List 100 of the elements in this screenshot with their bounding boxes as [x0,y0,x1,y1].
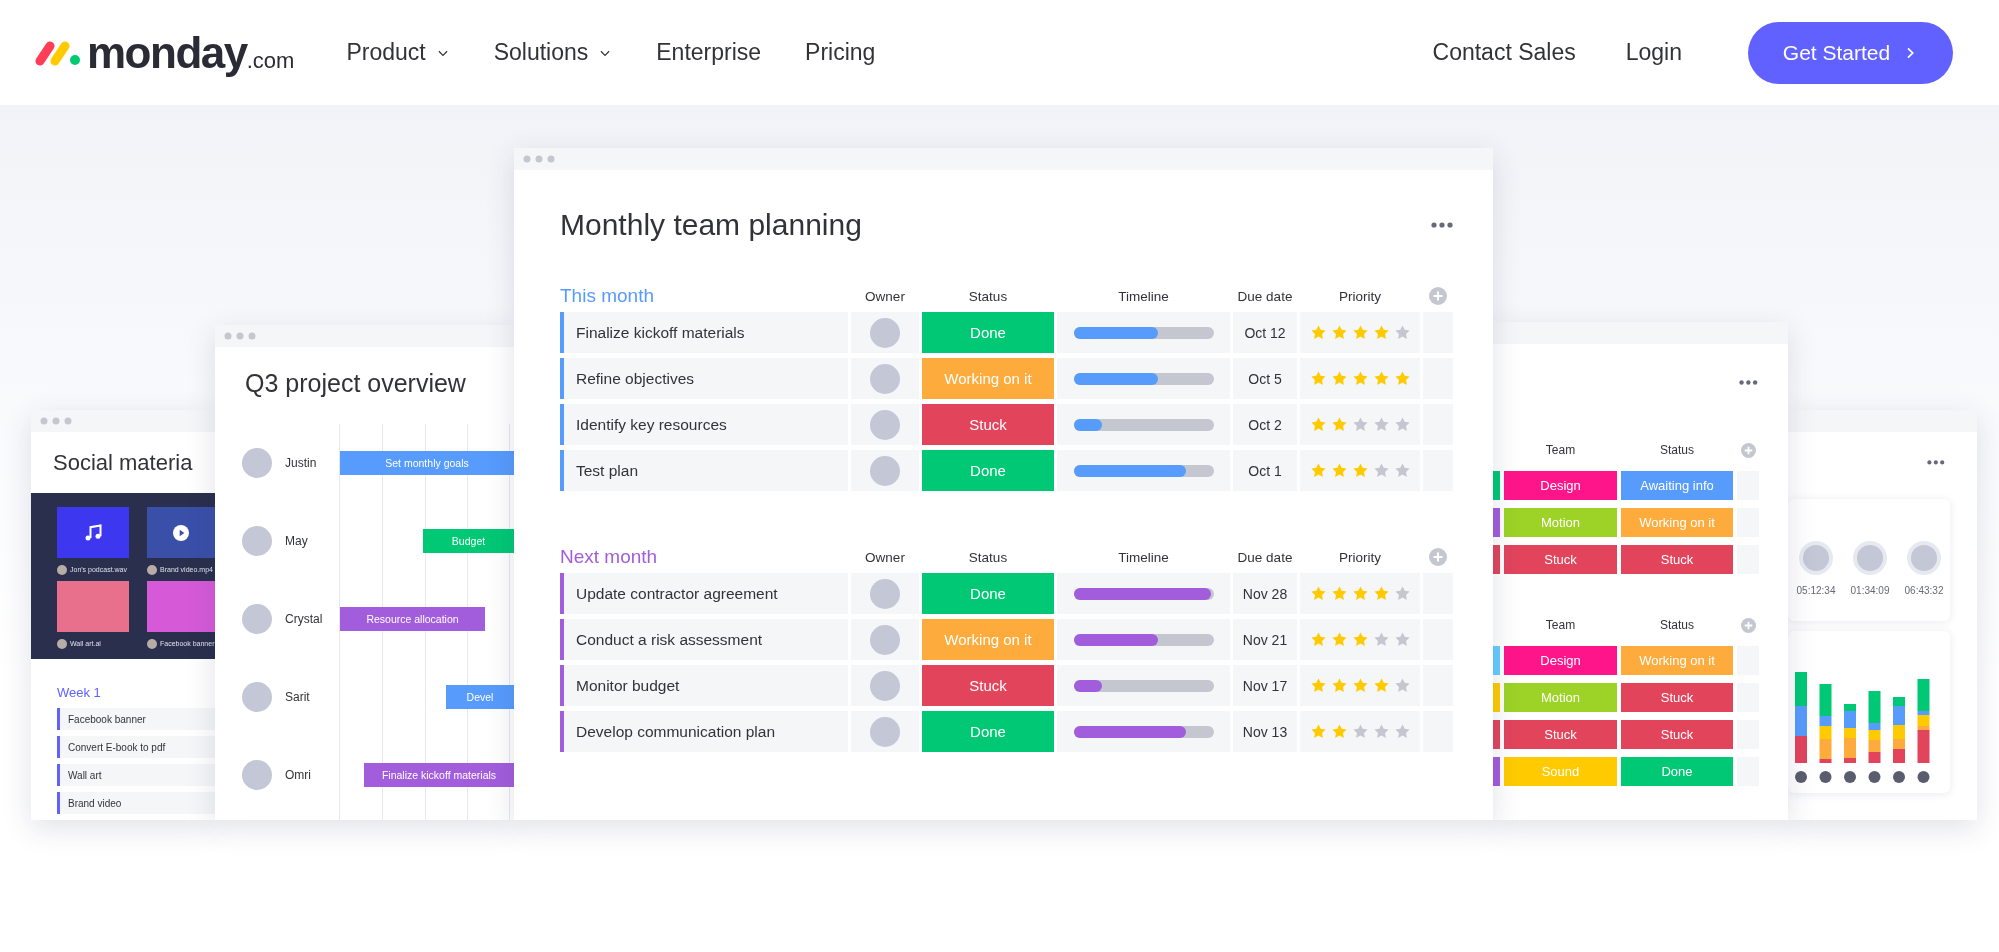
status-label[interactable]: Done [922,450,1054,491]
add-column-icon[interactable] [1429,287,1447,305]
nav-item[interactable]: Solutions [493,39,613,66]
play-icon[interactable] [173,524,189,541]
avatar [870,409,900,440]
star-icon [1309,324,1327,341]
item-name: Monitor budget [576,676,680,695]
gantt-bar[interactable]: Set monthly goals [340,451,514,475]
nav-link[interactable]: Login [1625,39,1682,66]
person-name: Sarit [285,690,310,704]
add-column-icon[interactable] [1429,548,1447,566]
star-icon [1351,370,1369,387]
gantt-bar[interactable]: Resource allocation [340,607,485,631]
item-cell[interactable]: Wall art [57,764,215,786]
group-title[interactable]: This month [560,285,848,307]
team-label[interactable]: Design [1504,471,1617,501]
star-icon [1309,370,1327,387]
item-cell[interactable]: Update contractor agreement [560,573,848,614]
priority-stars[interactable] [1300,450,1420,491]
status-label[interactable]: Stuck [922,665,1054,706]
priority-stars[interactable] [1300,711,1420,752]
star-icon [1309,462,1327,479]
priority-stars[interactable] [1300,665,1420,706]
photo-placeholder[interactable] [57,581,129,632]
star-icon [1393,370,1411,387]
group-title[interactable]: Week 1 [57,685,215,700]
star-icon [1372,585,1390,602]
item-name: Conduct a risk assessment [576,630,763,649]
star-icon [1351,631,1369,648]
status-label[interactable]: Stuck [1621,545,1733,575]
star-icon [1309,416,1327,433]
avatar [242,760,272,790]
gantt-bar[interactable]: Devel [446,685,514,709]
item-cell[interactable]: Facebook banner [57,708,215,730]
status-label[interactable]: Stuck [922,404,1054,445]
logo-text[interactable]: monday.com [87,27,295,78]
photo-placeholder[interactable] [147,581,215,632]
team-label[interactable]: Stuck [1504,720,1617,750]
item-cell[interactable]: Conduct a risk assessment [560,619,848,660]
star-icon [1372,677,1390,694]
item-cell[interactable]: Refine objectives [560,358,848,399]
item-cell[interactable]: Monitor budget [560,665,848,706]
avatar [242,682,272,712]
column-header: Owner [865,549,905,565]
status-label[interactable]: Stuck [1621,720,1733,750]
priority-stars[interactable] [1300,619,1420,660]
add-column-icon[interactable] [1740,442,1756,458]
item-cell[interactable]: Test plan [560,450,848,491]
star-icon [1393,585,1411,602]
priority-stars[interactable] [1300,358,1420,399]
person-name: May [285,534,308,548]
add-column-icon[interactable] [1740,617,1756,633]
avatar [870,363,900,394]
gantt-bar[interactable]: Budget [423,529,514,553]
star-icon [1372,416,1390,433]
nav-link[interactable]: Contact Sales [1432,39,1576,66]
nav-item[interactable]: Pricing [805,39,876,66]
person-name: Omri [285,768,311,782]
item-cell[interactable]: Finalize kickoff materials [560,312,848,353]
star-icon [1372,631,1390,648]
avatar [1795,770,1807,783]
priority-stars[interactable] [1300,312,1420,353]
avatar [147,564,157,575]
nav-item[interactable]: Product [346,39,450,66]
priority-stars[interactable] [1300,404,1420,445]
nav-item[interactable]: Enterprise [656,39,762,66]
audio-tile[interactable] [57,507,129,558]
star-icon [1372,462,1390,479]
status-label[interactable]: Done [922,711,1054,752]
status-label[interactable]: Done [922,312,1054,353]
more-icon[interactable] [1739,380,1758,386]
avatar [1844,770,1856,783]
team-label[interactable]: Design [1504,646,1617,676]
status-label[interactable]: Awaiting info [1621,471,1733,501]
group-title[interactable]: Next month [560,546,848,568]
priority-stars[interactable] [1300,573,1420,614]
item-cell[interactable]: Convert E-book to pdf [57,736,215,758]
avatar [57,638,67,649]
more-icon[interactable] [1431,222,1453,228]
status-label[interactable]: Done [922,573,1054,614]
status-label[interactable]: Stuck [1621,683,1733,713]
star-icon [1330,585,1348,602]
timer-text: 05:12:34 [1796,584,1836,596]
status-label[interactable]: Done [1621,757,1733,787]
item-name: Wall art [68,769,102,781]
star-icon [1372,324,1390,341]
avatar [242,526,272,556]
get-started-button[interactable]: Get Started [1748,21,1953,84]
team-label[interactable]: Stuck [1504,545,1617,575]
video-placeholder[interactable] [147,507,215,558]
item-cell[interactable]: Brand video [57,792,215,814]
gantt-bar[interactable]: Finalize kickoff materials [364,763,514,787]
column-header: Priority [1339,288,1381,304]
window-controls-icon [224,332,258,340]
stacked-bar [1844,703,1856,763]
more-icon[interactable] [1927,460,1945,465]
item-cell[interactable]: Identify key resources [560,404,848,445]
star-icon [1393,462,1411,479]
item-cell[interactable]: Develop communication plan [560,711,848,752]
column-header: Owner [865,288,905,304]
